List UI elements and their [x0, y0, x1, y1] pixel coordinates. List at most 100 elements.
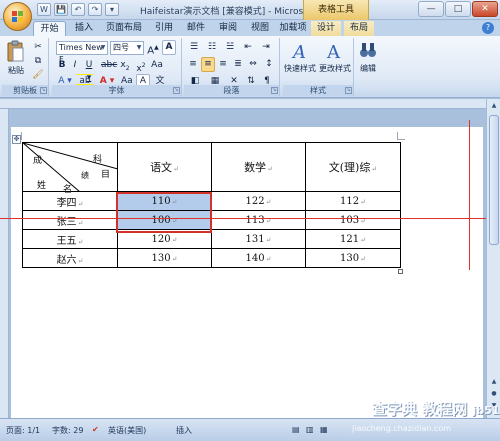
styles-launcher-icon[interactable]: ↘ — [345, 87, 352, 94]
font-name-combo[interactable]: Times New F ▼ — [56, 41, 108, 64]
name-cell[interactable]: 张三↵ — [22, 210, 118, 230]
clear-format-icon[interactable]: A — [162, 40, 176, 55]
vertical-ruler[interactable] — [0, 109, 9, 418]
word-count[interactable]: 字数: 29 — [52, 425, 83, 436]
score-cell[interactable]: 121↵ — [305, 229, 401, 249]
word-icon[interactable]: W — [37, 3, 51, 16]
insert-mode[interactable]: 插入 — [176, 425, 192, 436]
chevron-down-icon[interactable]: ▼ — [99, 42, 107, 54]
format-painter-icon[interactable]: 🖌 — [31, 68, 45, 83]
increase-indent-icon[interactable]: ⇥ — [258, 40, 274, 55]
numbering-icon[interactable]: ☷ — [204, 40, 220, 55]
diagonal-label-score-1: 成 — [33, 156, 43, 166]
justify-icon[interactable]: ≣ — [231, 57, 245, 72]
tab-design[interactable]: 设计 — [311, 21, 341, 36]
quick-styles-icon[interactable]: A — [291, 40, 311, 62]
score-cell[interactable]: 140↵ — [211, 248, 306, 268]
score-cell[interactable]: 130↵ — [305, 248, 401, 268]
name-cell[interactable]: 赵六↵ — [22, 248, 118, 268]
language-indicator[interactable]: 英语(美国) — [108, 425, 146, 436]
office-logo-icon — [12, 11, 23, 22]
align-center-icon[interactable]: ≡ — [201, 57, 215, 72]
change-styles-label[interactable]: 更改样式 — [317, 63, 353, 74]
clipboard-launcher-icon[interactable]: ↘ — [40, 87, 47, 94]
maximize-button[interactable]: □ — [445, 1, 471, 17]
scroll-up-icon[interactable]: ▲ — [489, 101, 499, 111]
underline-button[interactable]: U ▾ — [82, 58, 96, 83]
line-spacing-icon[interactable]: ↕ — [261, 57, 277, 72]
horizontal-ruler[interactable] — [0, 99, 486, 109]
minimize-button[interactable]: — — [418, 1, 444, 17]
subscript-button[interactable]: x2 — [118, 58, 132, 73]
watermark-text: 查字典 教程网 jb51.net — [372, 400, 500, 418]
score-cell[interactable]: 122↵ — [211, 191, 306, 211]
tab-references[interactable]: 引用 — [150, 21, 178, 36]
undo-icon[interactable]: ↶ — [71, 3, 85, 16]
annotation-red-line-vertical — [469, 120, 470, 270]
header-cell-chinese[interactable]: 语文↵ — [117, 142, 212, 192]
font-launcher-icon[interactable]: ↘ — [173, 87, 180, 94]
paragraph-launcher-icon[interactable]: ↘ — [271, 87, 278, 94]
annotation-red-line-horizontal — [0, 218, 500, 219]
tab-page-layout[interactable]: 页面布局 — [102, 21, 146, 36]
tab-layout[interactable]: 布局 — [344, 21, 374, 36]
tab-insert[interactable]: 插入 — [70, 21, 98, 36]
quick-access-toolbar: W 💾 ↶ ↷ ▾ — [37, 3, 119, 16]
close-button[interactable]: ✕ — [472, 1, 498, 17]
redo-icon[interactable]: ↷ — [88, 3, 102, 16]
tab-view[interactable]: 视图 — [246, 21, 274, 36]
editing-label[interactable]: 编辑 — [356, 63, 380, 74]
prev-page-icon[interactable]: ▲ — [489, 377, 499, 387]
quick-styles-label[interactable]: 快速样式 — [283, 63, 317, 74]
styles-group-label: 样式 — [283, 85, 353, 96]
page-indicator[interactable]: 页面: 1/1 — [6, 425, 40, 436]
name-cell[interactable]: 王五↵ — [22, 229, 118, 249]
align-right-icon[interactable]: ≡ — [216, 57, 230, 72]
bullets-icon[interactable]: ☰ — [186, 40, 202, 55]
score-cell[interactable]: 130↵ — [117, 248, 212, 268]
binoculars-icon[interactable] — [359, 40, 377, 60]
proofing-icon[interactable]: ✔ — [92, 425, 99, 434]
table-header-row: 科 目 成 绩 姓 名 语文↵ 数学↵ 文(理)综↵ — [22, 142, 401, 195]
view-web-icon[interactable]: ▦ — [320, 425, 328, 434]
save-icon[interactable]: 💾 — [54, 3, 68, 16]
bold-button[interactable]: B — [56, 58, 68, 73]
score-cell[interactable]: 113↵ — [211, 210, 306, 230]
paste-icon[interactable] — [6, 40, 26, 64]
table-resize-handle[interactable] — [398, 269, 403, 274]
cut-icon[interactable]: ✂ — [31, 40, 45, 55]
diagonal-header-cell[interactable]: 科 目 成 绩 姓 名 — [22, 142, 118, 195]
font-size-combo[interactable]: 四号 ▼ — [110, 41, 144, 55]
header-cell-math[interactable]: 数学↵ — [211, 142, 306, 192]
italic-button[interactable]: I — [69, 58, 81, 73]
score-cell[interactable]: 112↵ — [305, 191, 401, 211]
align-left-icon[interactable]: ≡ — [186, 57, 200, 72]
table-move-handle-icon[interactable]: ✥ — [12, 135, 21, 144]
strikethrough-button[interactable]: abc — [100, 58, 117, 73]
superscript-button[interactable]: x2 — [134, 58, 148, 74]
grow-font-icon[interactable]: A▲ — [146, 40, 160, 56]
chevron-down-icon[interactable]: ▼ — [135, 42, 143, 54]
view-fullscreen-icon[interactable]: ▥ — [306, 425, 314, 434]
paste-label[interactable]: 粘贴 — [4, 65, 28, 76]
vertical-scrollbar[interactable]: ▲ ▲ ● ▼ — [486, 99, 500, 418]
tab-addins[interactable]: 加载项 — [278, 21, 308, 36]
tab-review[interactable]: 审阅 — [214, 21, 242, 36]
scrollbar-thumb[interactable] — [489, 115, 499, 245]
header-cell-comprehensive[interactable]: 文(理)综↵ — [305, 142, 401, 192]
distributed-icon[interactable]: ⇔ — [246, 57, 260, 72]
office-button[interactable] — [3, 2, 32, 31]
view-print-icon[interactable]: ▤ — [292, 425, 300, 434]
customize-qat-icon[interactable]: ▾ — [105, 3, 119, 16]
copy-icon[interactable]: ⧉ — [31, 54, 45, 69]
font-size-value: 四号 — [113, 43, 129, 52]
score-cell[interactable]: 103↵ — [305, 210, 401, 230]
change-styles-icon[interactable]: A — [325, 40, 345, 62]
tab-home[interactable]: 开始 — [33, 21, 66, 36]
change-case-icon[interactable]: Aa — [150, 58, 164, 73]
score-cell[interactable]: 131↵ — [211, 229, 306, 249]
tab-mailings[interactable]: 邮件 — [182, 21, 210, 36]
help-icon[interactable]: ? — [482, 22, 494, 34]
multilevel-list-icon[interactable]: ☱ — [222, 40, 238, 55]
decrease-indent-icon[interactable]: ⇤ — [240, 40, 256, 55]
